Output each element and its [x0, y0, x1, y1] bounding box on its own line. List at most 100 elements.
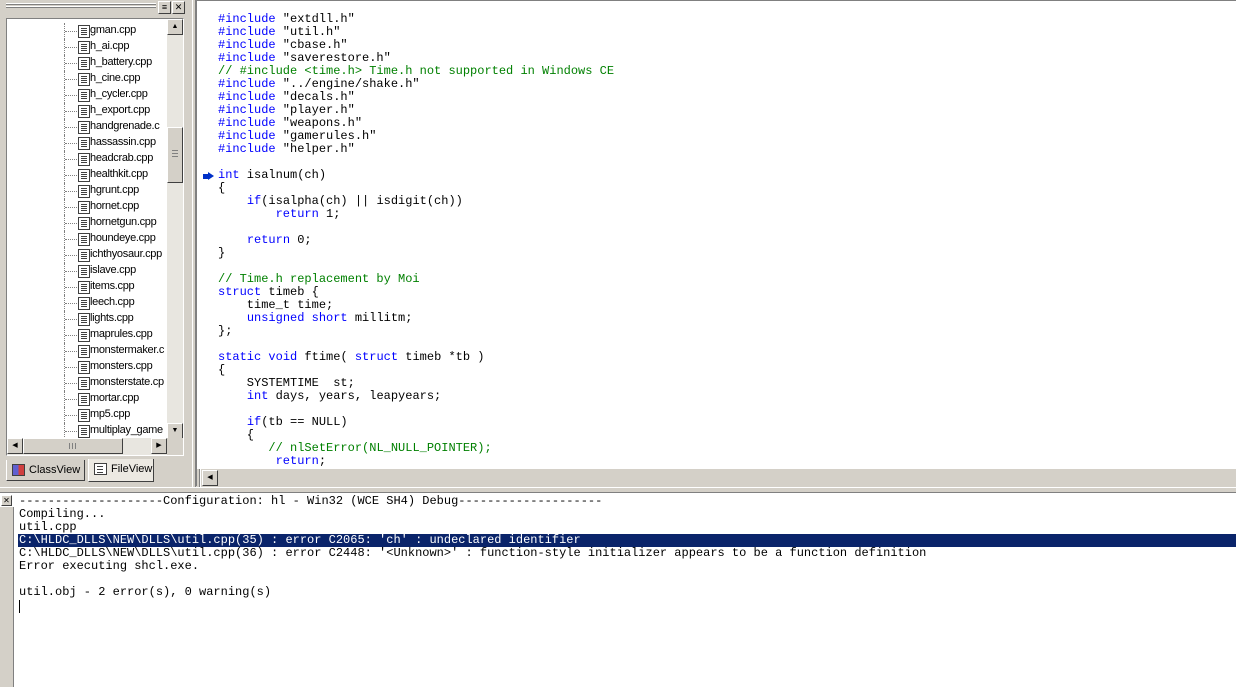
keyword-token: return: [275, 454, 319, 468]
pane-gripper[interactable]: [6, 3, 156, 13]
editor-margin[interactable]: [197, 1, 215, 467]
file-name: h_battery.cpp: [90, 56, 152, 68]
scroll-left-arrow-icon[interactable]: ◀: [7, 438, 23, 454]
pane-minimize-button[interactable]: ≡: [158, 1, 171, 14]
file-tree-item[interactable]: monstermaker.c: [7, 343, 167, 359]
output-line[interactable]: --------------------Configuration: hl - …: [18, 495, 1236, 508]
tree-connector: [65, 351, 77, 352]
cpp-file-icon: [78, 121, 90, 134]
scroll-up-arrow-icon[interactable]: ▲: [167, 19, 183, 35]
output-line[interactable]: C:\HLDC_DLLS\NEW\DLLS\util.cpp(36) : err…: [18, 547, 1236, 560]
tree-connector: [65, 255, 77, 256]
file-tree-item[interactable]: handgrenade.c: [7, 119, 167, 135]
file-tree-item[interactable]: healthkit.cpp: [7, 167, 167, 183]
file-tree-item[interactable]: multiplay_game: [7, 423, 167, 439]
file-tree-item[interactable]: h_cycler.cpp: [7, 87, 167, 103]
scroll-down-arrow-icon[interactable]: ▼: [167, 423, 183, 439]
file-name: ichthyosaur.cpp: [90, 248, 162, 260]
file-tree-item[interactable]: mp5.cpp: [7, 407, 167, 423]
tree-connector: [65, 415, 77, 416]
code-line: return 1;: [218, 208, 614, 221]
file-tree-item[interactable]: hassassin.cpp: [7, 135, 167, 151]
output-panel[interactable]: ✕ --------------------Configuration: hl …: [0, 493, 1236, 687]
file-tree-item[interactable]: mortar.cpp: [7, 391, 167, 407]
file-tree-item[interactable]: monsterstate.cp: [7, 375, 167, 391]
file-tree-item[interactable]: lights.cpp: [7, 311, 167, 327]
output-line[interactable]: Compiling...: [18, 508, 1236, 521]
build-output-text[interactable]: --------------------Configuration: hl - …: [18, 495, 1236, 599]
code-editor[interactable]: #include "extdll.h" #include "util.h" #inc…: [196, 0, 1236, 487]
cpp-file-icon: [78, 105, 90, 118]
keyword-token: struct: [218, 285, 262, 299]
keyword-token: #include: [218, 12, 276, 26]
cpp-file-icon: [78, 361, 90, 374]
cpp-file-icon: [78, 377, 90, 390]
file-tree-item[interactable]: h_cine.cpp: [7, 71, 167, 87]
tree-connector: [65, 207, 77, 208]
cpp-file-icon: [78, 345, 90, 358]
tree-connector: [65, 63, 77, 64]
tab-classview[interactable]: ClassView: [6, 460, 85, 481]
code-token: time_t time;: [218, 298, 334, 312]
tree-connector: [65, 223, 77, 224]
tree-connector: [65, 47, 77, 48]
scroll-thumb[interactable]: [167, 127, 183, 183]
code-token: "helper.h": [275, 142, 355, 156]
code-line: int isalnum(ch): [218, 169, 614, 182]
keyword-token: return: [246, 233, 291, 247]
file-name: multiplay_game: [90, 424, 163, 436]
pane-close-button[interactable]: ✕: [172, 1, 185, 14]
output-line[interactable]: util.obj - 2 error(s), 0 warning(s): [18, 586, 1236, 599]
file-tree-item[interactable]: maprules.cpp: [7, 327, 167, 343]
keyword-token: #include: [218, 103, 276, 117]
tree-connector: [65, 111, 77, 112]
keyword-token: #include: [218, 142, 276, 156]
file-tree-item[interactable]: h_export.cpp: [7, 103, 167, 119]
scroll-left-arrow-icon[interactable]: ◀: [202, 470, 218, 486]
file-tree-item[interactable]: hgrunt.cpp: [7, 183, 167, 199]
tree-connector: [65, 127, 77, 128]
file-tree-item[interactable]: gman.cpp: [7, 23, 167, 39]
file-tree-item[interactable]: houndeye.cpp: [7, 231, 167, 247]
cpp-file-icon: [78, 409, 90, 422]
file-tree-vertical-scrollbar[interactable]: ▲ ▼: [167, 19, 183, 439]
keyword-token: unsigned: [246, 311, 305, 325]
file-name: maprules.cpp: [90, 328, 153, 340]
code-line: if(tb == NULL): [218, 416, 614, 429]
editor-horizontal-scrollbar[interactable]: ◀: [197, 468, 1236, 487]
code-token: "cbase.h": [275, 38, 348, 52]
code-token: "player.h": [275, 103, 355, 117]
keyword-token: #include: [218, 51, 276, 65]
file-tree-item[interactable]: h_ai.cpp: [7, 39, 167, 55]
file-tree-horizontal-scrollbar[interactable]: ◀ ▶: [7, 438, 167, 455]
code-line: return;: [218, 455, 614, 468]
keyword-token: int: [218, 168, 240, 182]
keyword-token: #include: [218, 116, 276, 130]
horizontal-scroll-thumb[interactable]: [23, 438, 123, 454]
file-tree-list: gman.cpp h_ai.cpp h_battery.cpp h_cine.cpp h…: [7, 23, 167, 439]
file-name: h_export.cpp: [90, 104, 150, 116]
file-tree-item[interactable]: headcrab.cpp: [7, 151, 167, 167]
tree-connector: [65, 383, 77, 384]
file-tree-item[interactable]: islave.cpp: [7, 263, 167, 279]
comment-token: // nlSetError(NL_NULL_POINTER);: [268, 441, 492, 455]
file-tree-item[interactable]: h_battery.cpp: [7, 55, 167, 71]
file-tree-item[interactable]: ichthyosaur.cpp: [7, 247, 167, 263]
file-tree-item[interactable]: hornet.cpp: [7, 199, 167, 215]
tab-fileview[interactable]: FileView: [88, 459, 154, 482]
code-text[interactable]: #include "extdll.h" #include "util.h" #inc…: [218, 13, 614, 468]
tree-connector: [65, 271, 77, 272]
scroll-right-arrow-icon[interactable]: ▶: [151, 438, 167, 454]
keyword-token: #include: [218, 129, 276, 143]
keyword-token: short: [311, 311, 348, 325]
code-token: "../engine/shake.h": [275, 77, 420, 91]
workspace-pane: ≡ ✕ gman.cpp h_ai.cpp h_battery.cpp h_cine.…: [0, 0, 192, 490]
output-line[interactable]: Error executing shcl.exe.: [18, 560, 1236, 573]
file-tree-item[interactable]: hornetgun.cpp: [7, 215, 167, 231]
close-icon[interactable]: ✕: [1, 495, 12, 506]
file-tree-item[interactable]: leech.cpp: [7, 295, 167, 311]
file-tree-item[interactable]: items.cpp: [7, 279, 167, 295]
code-line: unsigned short millitm;: [218, 312, 614, 325]
file-tree-item[interactable]: monsters.cpp: [7, 359, 167, 375]
